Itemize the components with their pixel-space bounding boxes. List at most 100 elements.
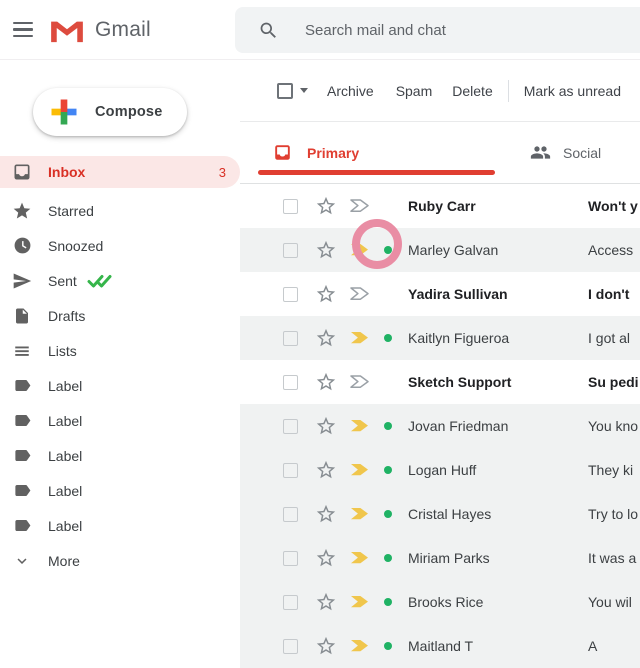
search-input[interactable]: Search mail and chat <box>235 7 640 53</box>
email-sender: Miriam Parks <box>408 550 588 566</box>
importance-marker-icon[interactable] <box>350 243 370 257</box>
online-status-dot <box>384 334 392 342</box>
sidebar-item-label: Inbox <box>48 164 85 180</box>
sidebar-item-snoozed[interactable]: Sent Snoozed <box>0 228 240 263</box>
email-snippet: Try to lo <box>588 506 640 522</box>
star-icon[interactable] <box>315 371 337 393</box>
spam-button[interactable]: Spam <box>396 83 433 99</box>
importance-marker-icon[interactable] <box>350 551 370 565</box>
email-row[interactable]: Miriam Parks It was a <box>240 536 640 580</box>
email-checkbox[interactable] <box>283 375 298 390</box>
importance-marker-icon[interactable] <box>350 331 370 345</box>
mark-as-unread-button[interactable]: Mark as unread <box>524 83 621 99</box>
sidebar-item-more[interactable]: More <box>0 543 240 578</box>
email-checkbox[interactable] <box>283 507 298 522</box>
email-checkbox[interactable] <box>283 199 298 214</box>
email-checkbox[interactable] <box>283 287 298 302</box>
sidebar-item-label: Label <box>48 413 82 429</box>
compose-button[interactable]: Compose <box>33 88 187 136</box>
online-status-dot <box>384 510 392 518</box>
email-row[interactable]: Marley Galvan Access <box>240 228 640 272</box>
email-checkbox[interactable] <box>283 463 298 478</box>
sidebar-item-label: Sent <box>48 273 77 289</box>
unread-count-badge: 3 <box>219 165 226 180</box>
email-row[interactable]: Sketch Support Su pedi <box>240 360 640 404</box>
importance-marker-icon[interactable] <box>350 595 370 609</box>
sidebar-item-label-5[interactable]: Label <box>0 508 240 543</box>
star-icon[interactable] <box>315 283 337 305</box>
importance-marker-icon[interactable] <box>350 507 370 521</box>
email-checkbox[interactable] <box>283 639 298 654</box>
email-snippet: I don't <box>588 286 640 302</box>
sidebar-item-label: More <box>48 553 80 569</box>
hamburger-menu-icon[interactable] <box>4 11 42 49</box>
sidebar-item-label: Drafts <box>48 308 85 324</box>
email-row[interactable]: Cristal Hayes Try to lo <box>240 492 640 536</box>
sidebar-item-label-1[interactable]: Label <box>0 368 240 403</box>
email-sender: Kaitlyn Figueroa <box>408 330 588 346</box>
email-row[interactable]: Ruby Carr Won't y <box>240 184 640 228</box>
email-row[interactable]: Kaitlyn Figueroa I got al <box>240 316 640 360</box>
email-checkbox[interactable] <box>283 419 298 434</box>
sidebar-item-inbox[interactable]: Inbox 3 <box>0 156 240 188</box>
importance-marker-icon[interactable] <box>350 639 370 653</box>
sidebar-item-label-2[interactable]: Label <box>0 403 240 438</box>
email-row[interactable]: Logan Huff They ki <box>240 448 640 492</box>
star-icon[interactable] <box>315 503 337 525</box>
importance-marker-icon[interactable] <box>350 375 370 389</box>
email-sender: Cristal Hayes <box>408 506 588 522</box>
email-sender: Brooks Rice <box>408 594 588 610</box>
email-checkbox[interactable] <box>283 551 298 566</box>
tab-primary[interactable]: Primary <box>258 122 495 183</box>
sidebar-item-label: Snoozed <box>48 238 103 254</box>
tab-social[interactable]: Social <box>530 122 601 183</box>
compose-label: Compose <box>95 104 162 120</box>
select-dropdown-caret[interactable] <box>300 88 308 93</box>
email-sender: Jovan Friedman <box>408 418 588 434</box>
sidebar-item-starred[interactable]: Starred <box>0 193 240 228</box>
online-status-dot <box>384 642 392 650</box>
email-snippet: Won't y <box>588 198 640 214</box>
sidebar-item-lists[interactable]: Lists <box>0 333 240 368</box>
sidebar-item-drafts[interactable]: Drafts <box>0 298 240 333</box>
importance-marker-icon[interactable] <box>350 419 370 433</box>
active-tab-underline <box>258 170 495 175</box>
importance-marker-icon[interactable] <box>350 463 370 477</box>
email-row[interactable]: Yadira Sullivan I don't <box>240 272 640 316</box>
people-icon <box>530 142 551 163</box>
star-icon[interactable] <box>315 327 337 349</box>
star-icon[interactable] <box>315 459 337 481</box>
label-icon <box>12 446 32 466</box>
importance-marker-icon[interactable] <box>350 287 370 301</box>
star-icon[interactable] <box>315 635 337 657</box>
email-row[interactable]: Maitland T A <box>240 624 640 668</box>
select-all-checkbox[interactable] <box>277 83 293 99</box>
sidebar-item-label: Lists <box>48 343 77 359</box>
importance-marker-icon[interactable] <box>350 199 370 213</box>
star-icon[interactable] <box>315 591 337 613</box>
delete-button[interactable]: Delete <box>452 83 492 99</box>
draft-icon <box>12 306 32 326</box>
star-icon[interactable] <box>315 415 337 437</box>
sidebar-item-label-4[interactable]: Label <box>0 473 240 508</box>
sidebar-item-sent[interactable]: Sent <box>0 263 240 298</box>
email-sender: Ruby Carr <box>408 198 588 214</box>
star-icon[interactable] <box>315 547 337 569</box>
email-snippet: Access <box>588 242 640 258</box>
star-icon[interactable] <box>315 195 337 217</box>
email-row[interactable]: Jovan Friedman You kno <box>240 404 640 448</box>
email-snippet: You wil <box>588 594 640 610</box>
mail-toolbar: Archive Spam Delete Mark as unread <box>240 60 640 122</box>
tab-social-label: Social <box>563 145 601 161</box>
label-icon <box>12 481 32 501</box>
email-checkbox[interactable] <box>283 243 298 258</box>
star-icon[interactable] <box>315 239 337 261</box>
email-row[interactable]: Brooks Rice You wil <box>240 580 640 624</box>
email-checkbox[interactable] <box>283 595 298 610</box>
online-status-dot <box>384 466 392 474</box>
sidebar-item-label: Starred <box>48 203 94 219</box>
email-snippet: You kno <box>588 418 640 434</box>
email-checkbox[interactable] <box>283 331 298 346</box>
sidebar-item-label-3[interactable]: Label <box>0 438 240 473</box>
archive-button[interactable]: Archive <box>327 83 374 99</box>
